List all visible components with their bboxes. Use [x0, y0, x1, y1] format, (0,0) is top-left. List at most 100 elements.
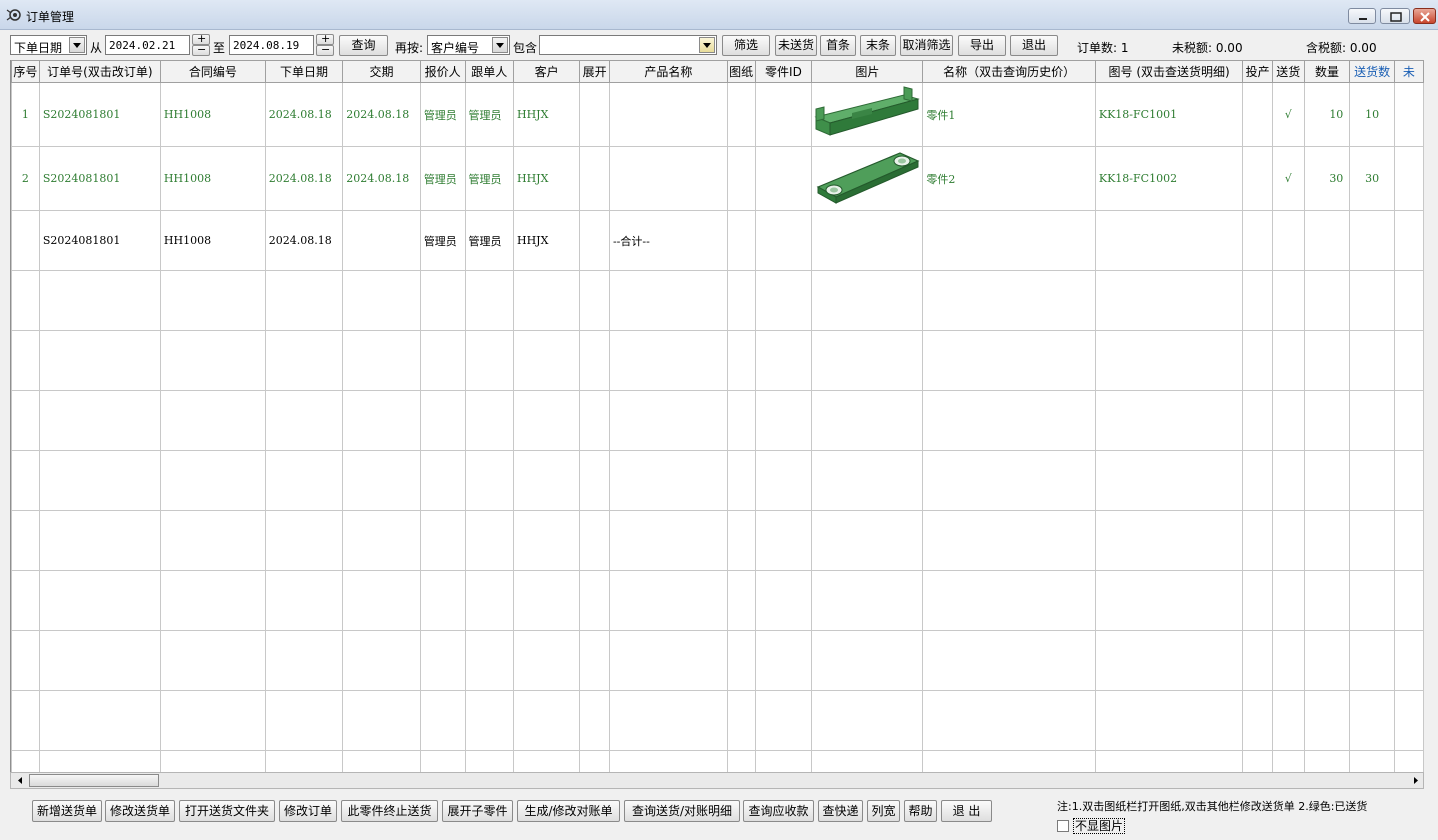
cell-expand[interactable] [579, 146, 610, 211]
cell-follower[interactable]: 管理员 [464, 210, 514, 271]
date-from-spinner[interactable]: + − [192, 32, 210, 56]
cell-quoter[interactable]: 管理员 [419, 210, 466, 271]
date-to-spinner[interactable]: + − [316, 32, 334, 56]
help-button[interactable]: 帮助 [904, 800, 937, 822]
cell-drawing-no[interactable]: KK18-FC1002 [1094, 146, 1244, 211]
order-grid[interactable]: 序号 订单号(双击改订单) 合同编号 下单日期 交期 报价人 跟单人 客户 展开… [10, 60, 1424, 772]
col-header-undelivered[interactable]: 未 [1393, 60, 1424, 83]
col-header-seq[interactable]: 序号 [11, 60, 40, 83]
export-button[interactable]: 导出 [958, 35, 1006, 56]
col-header-expand[interactable]: 展开 [579, 60, 610, 83]
cell-drawing-no[interactable] [1094, 210, 1244, 271]
cell-delivered[interactable]: √ [1272, 146, 1305, 211]
cell-expand[interactable] [579, 210, 610, 271]
stop-delivery-button[interactable]: 此零件终止送货 [341, 800, 438, 822]
cell-due-date[interactable] [342, 210, 421, 271]
open-delivery-folder-button[interactable]: 打开送货文件夹 [179, 800, 275, 822]
cell-contract[interactable]: HH1008 [159, 82, 266, 147]
col-header-part-id[interactable]: 零件ID [754, 60, 813, 83]
cell-delivered[interactable] [1272, 210, 1305, 271]
query-express-button[interactable]: 查快递 [818, 800, 863, 822]
cell-qty[interactable]: 10 [1303, 82, 1351, 147]
cell-production[interactable] [1242, 146, 1274, 211]
cell-product[interactable] [608, 82, 728, 147]
cell-delivered-qty[interactable] [1349, 210, 1395, 271]
table-row[interactable]: 1 S2024081801 HH1008 2024.08.18 2024.08.… [11, 82, 1424, 147]
col-header-order-date[interactable]: 下单日期 [264, 60, 344, 83]
col-header-delivered-qty[interactable]: 送货数 [1349, 60, 1395, 83]
cell-follower[interactable]: 管理员 [464, 146, 514, 211]
cell-order-no[interactable]: S2024081801 [38, 82, 161, 147]
cell-order-no[interactable]: S2024081801 [38, 210, 161, 271]
col-header-drawing[interactable]: 图纸 [726, 60, 756, 83]
cell-due-date[interactable]: 2024.08.18 [342, 82, 421, 147]
col-header-due-date[interactable]: 交期 [342, 60, 421, 83]
cell-part-id[interactable] [754, 210, 813, 271]
cell-quoter[interactable]: 管理员 [419, 146, 466, 211]
query-delivery-details-button[interactable]: 查询送货/对账明细 [624, 800, 740, 822]
cell-order-date[interactable]: 2024.08.18 [264, 146, 344, 211]
total-row[interactable]: S2024081801 HH1008 2024.08.18 管理员 管理员 HH… [11, 210, 1424, 271]
col-header-picture[interactable]: 图片 [811, 60, 924, 83]
last-record-button[interactable]: 末条 [860, 35, 896, 56]
cell-delivered[interactable]: √ [1272, 82, 1305, 147]
cell-name[interactable]: 零件1 [922, 82, 1096, 147]
date-to-input[interactable]: 2024.08.19 [229, 35, 314, 55]
spin-down-icon[interactable]: − [316, 43, 334, 56]
checkbox-icon[interactable] [1057, 820, 1069, 832]
col-header-product[interactable]: 产品名称 [608, 60, 728, 83]
cell-order-no[interactable]: S2024081801 [38, 146, 161, 211]
cell-contract[interactable]: HH1008 [159, 146, 266, 211]
col-header-name[interactable]: 名称（双击查询历史价） [922, 60, 1096, 83]
col-header-order-no[interactable]: 订单号(双击改订单) [38, 60, 161, 83]
minimize-button[interactable] [1348, 8, 1376, 24]
col-header-drawing-no[interactable]: 图号 (双击查送货明细) [1094, 60, 1244, 83]
cell-delivered-qty[interactable]: 10 [1349, 82, 1395, 147]
chevron-down-icon[interactable] [492, 37, 508, 53]
cell-contract[interactable]: HH1008 [159, 210, 266, 271]
cell-part-id[interactable] [754, 82, 813, 147]
col-header-delivered[interactable]: 送货 [1272, 60, 1305, 83]
edit-order-button[interactable]: 修改订单 [279, 800, 337, 822]
cell-picture[interactable] [811, 82, 924, 147]
cell-seq[interactable] [11, 210, 40, 271]
col-header-customer[interactable]: 客户 [512, 60, 581, 83]
cell-qty[interactable]: 30 [1303, 146, 1351, 211]
scrollbar-thumb[interactable] [29, 774, 159, 787]
cell-order-date[interactable]: 2024.08.18 [264, 210, 344, 271]
contains-input[interactable] [539, 35, 717, 55]
cell-drawing-no[interactable]: KK18-FC1001 [1094, 82, 1244, 147]
spin-down-icon[interactable]: − [192, 43, 210, 56]
query-button[interactable]: 查询 [339, 35, 388, 56]
date-field-select[interactable]: 下单日期 [10, 35, 87, 55]
cell-part-id[interactable] [754, 146, 813, 211]
filter-button[interactable]: 筛选 [722, 35, 770, 56]
cell-seq[interactable]: 1 [11, 82, 40, 147]
cell-customer[interactable]: HHJX [512, 82, 581, 147]
cell-undelivered[interactable] [1393, 210, 1424, 271]
cell-quoter[interactable]: 管理员 [419, 82, 466, 147]
cell-name[interactable]: 零件2 [922, 146, 1096, 211]
date-from-input[interactable]: 2024.02.21 [105, 35, 190, 55]
cell-drawing[interactable] [726, 210, 756, 271]
col-header-follower[interactable]: 跟单人 [464, 60, 514, 83]
generate-statement-button[interactable]: 生成/修改对账单 [517, 800, 620, 822]
hide-pictures-checkbox[interactable]: 不显图片 [1057, 817, 1126, 834]
cell-qty[interactable] [1303, 210, 1351, 271]
cell-product[interactable]: --合计-- [608, 210, 728, 271]
expand-subparts-button[interactable]: 展开子零件 [442, 800, 513, 822]
cell-product[interactable] [608, 146, 728, 211]
cell-follower[interactable]: 管理员 [464, 82, 514, 147]
query-receivables-button[interactable]: 查询应收款 [743, 800, 814, 822]
table-row[interactable]: 2 S2024081801 HH1008 2024.08.18 2024.08.… [11, 146, 1424, 211]
cell-due-date[interactable]: 2024.08.18 [342, 146, 421, 211]
cell-drawing[interactable] [726, 82, 756, 147]
cell-customer[interactable]: HHJX [512, 146, 581, 211]
col-header-qty[interactable]: 数量 [1303, 60, 1351, 83]
cell-customer[interactable]: HHJX [512, 210, 581, 271]
cell-production[interactable] [1242, 210, 1274, 271]
cell-picture[interactable] [811, 210, 924, 271]
cell-drawing[interactable] [726, 146, 756, 211]
bottom-exit-button[interactable]: 退 出 [941, 800, 992, 822]
new-delivery-button[interactable]: 新增送货单 [32, 800, 102, 822]
